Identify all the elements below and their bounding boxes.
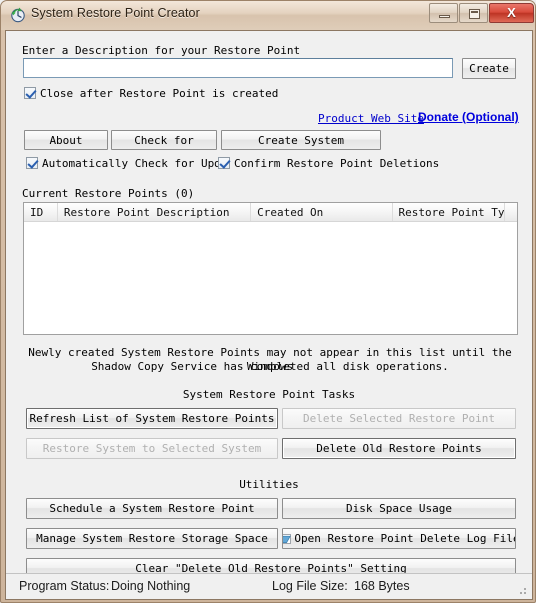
application-window-root: System Restore Point Creator X Enter a D… <box>0 0 536 603</box>
program-status-value: Doing Nothing <box>111 579 191 593</box>
log-file-icon <box>283 533 292 545</box>
title-bar: System Restore Point Creator X <box>1 1 535 30</box>
product-web-site-link[interactable]: Product Web Site <box>318 112 424 125</box>
restore-points-listview[interactable]: ID Restore Point Description Created On … <box>23 202 518 335</box>
column-header-description[interactable]: Restore Point Description <box>58 203 252 221</box>
column-header-created-on[interactable]: Created On <box>251 203 393 221</box>
log-file-size-value: 168 Bytes <box>354 579 410 593</box>
open-delete-log-file-button[interactable]: Open Restore Point Delete Log File <box>282 528 516 549</box>
checkbox-indicator <box>24 87 36 99</box>
manage-storage-space-button[interactable]: Manage System Restore Storage Space <box>26 528 278 549</box>
tasks-heading: System Restore Point Tasks <box>182 388 356 401</box>
donate-link[interactable]: Donate (Optional) <box>418 110 519 124</box>
maximize-icon <box>469 9 480 19</box>
restore-clock-icon <box>10 7 26 23</box>
delete-selected-restore-point-button: Delete Selected Restore Point <box>282 408 516 429</box>
close-after-create-checkbox[interactable]: Close after Restore Point is created <box>24 85 324 101</box>
check-for-updates-button[interactable]: Check for <box>111 130 217 150</box>
close-button[interactable]: X <box>489 3 534 23</box>
confirm-deletions-label: Confirm Restore Point Deletions <box>234 156 440 170</box>
window-client-border: Enter a Description for your Restore Poi… <box>5 30 533 600</box>
current-restore-points-label: Current Restore Points (0) <box>22 187 195 200</box>
confirm-deletions-checkbox[interactable]: Confirm Restore Point Deletions <box>218 155 478 171</box>
listview-header: ID Restore Point Description Created On … <box>24 203 517 222</box>
checkbox-indicator <box>218 157 230 169</box>
refresh-list-button[interactable]: Refresh List of System Restore Points <box>26 408 278 429</box>
open-delete-log-file-label: Open Restore Point Delete Log File <box>294 532 516 545</box>
window-frame: System Restore Point Creator X Enter a D… <box>0 0 536 603</box>
disk-space-usage-button[interactable]: Disk Space Usage <box>282 498 516 519</box>
utilities-heading: Utilities <box>239 478 299 491</box>
delete-old-restore-points-button[interactable]: Delete Old Restore Points <box>282 438 516 459</box>
automatically-check-updates-label: Automatically Check for Updates <box>42 156 218 170</box>
minimize-button[interactable] <box>429 3 458 23</box>
program-status-label: Program Status: <box>19 579 110 593</box>
window-title: System Restore Point Creator <box>31 6 200 20</box>
maximize-button[interactable] <box>459 3 488 23</box>
column-header-filler <box>505 203 517 221</box>
create-system-button[interactable]: Create System <box>221 130 381 150</box>
resize-grip-icon[interactable] <box>516 584 528 596</box>
close-after-create-label: Close after Restore Point is created <box>40 86 279 100</box>
listview-rows[interactable] <box>24 222 517 334</box>
restore-system-button: Restore System to Selected System <box>26 438 278 459</box>
listview-note-line2: Shadow Copy Service has completed all di… <box>91 360 449 373</box>
minimize-icon <box>439 15 450 18</box>
description-input[interactable] <box>23 58 453 78</box>
client-area: Enter a Description for your Restore Poi… <box>6 31 532 600</box>
schedule-restore-point-button[interactable]: Schedule a System Restore Point <box>26 498 278 519</box>
status-bar: Program Status: Doing Nothing Log File S… <box>6 573 532 599</box>
column-header-id[interactable]: ID <box>24 203 58 221</box>
about-button[interactable]: About <box>24 130 108 150</box>
column-header-type[interactable]: Restore Point Type <box>393 203 506 221</box>
description-label: Enter a Description for your Restore Poi… <box>22 44 301 57</box>
automatically-check-updates-checkbox[interactable]: Automatically Check for Updates <box>26 155 218 171</box>
checkbox-indicator <box>26 157 38 169</box>
create-button[interactable]: Create <box>462 58 516 79</box>
log-file-size-label: Log File Size: <box>272 579 348 593</box>
window-controls: X <box>428 3 534 23</box>
close-icon: X <box>507 5 516 20</box>
